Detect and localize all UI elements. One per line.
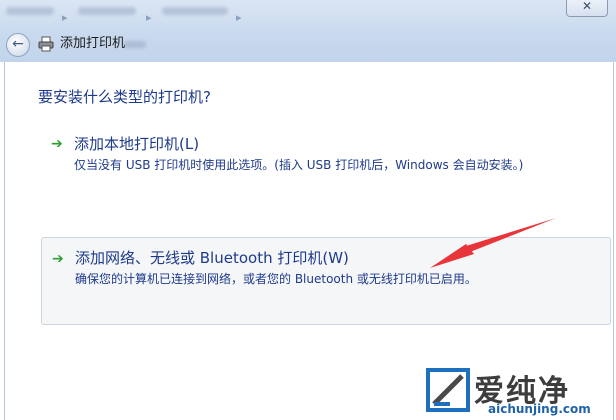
title-blur [124,41,146,48]
option-label: 添加本地打印机(L) [74,135,200,153]
option-description: 仅当没有 USB 打印机时使用此选项。(插入 USB 打印机后，Windows … [74,158,524,172]
page-question: 要安装什么类型的打印机? [38,88,211,106]
window-title: 添加打印机 [60,36,126,51]
watermark: 爱纯净 aichunjing.com [426,366,612,418]
back-button[interactable]: ← [6,33,30,57]
blurred-address-bar: ▸ ▸ ▸ [0,4,300,24]
option-add-local-printer[interactable]: ➔ 添加本地打印机(L) 仅当没有 USB 打印机时使用此选项。(插入 USB … [41,132,611,180]
close-button[interactable]: ✕ [566,0,608,17]
green-arrow-icon: ➔ [51,136,63,152]
printer-icon [38,36,54,52]
close-icon: ✕ [581,0,593,13]
option-label: 添加网络、无线或 Bluetooth 打印机(W) [75,249,349,267]
green-arrow-icon: ➔ [52,251,64,267]
window-chrome: ▸ ▸ ▸ ✕ ← 添加打印机 [0,0,616,62]
back-arrow-icon: ← [12,36,24,52]
option-add-network-printer[interactable]: ➔ 添加网络、无线或 Bluetooth 打印机(W) 确保您的计算机已连接到网… [41,237,611,325]
watermark-url: aichunjing.com [488,402,591,416]
option-description: 确保您的计算机已连接到网络，或者您的 Bluetooth 或无线打印机已启用。 [75,272,477,286]
watermark-logo-icon [426,368,470,412]
